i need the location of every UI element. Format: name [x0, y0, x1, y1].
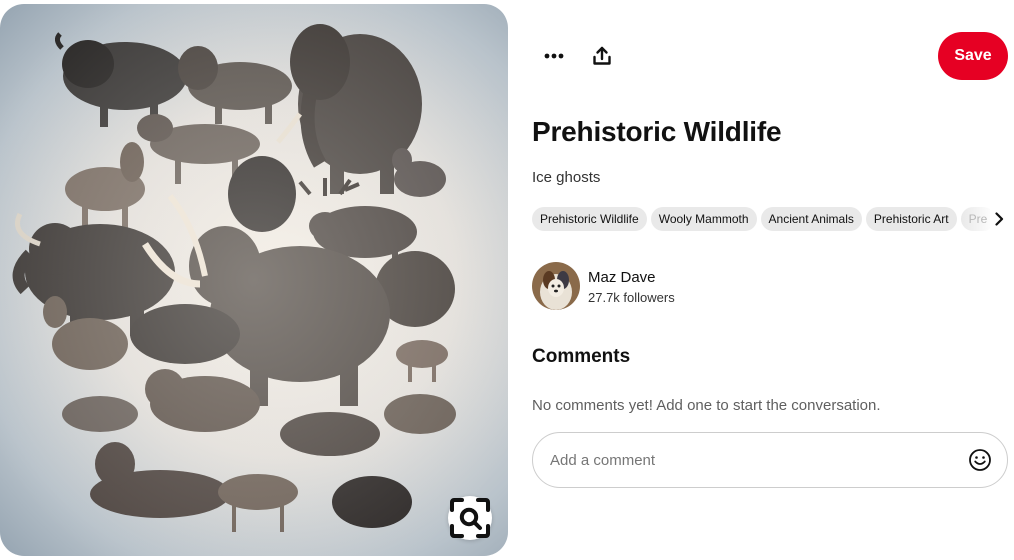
creator-followers: 27.7k followers: [588, 290, 675, 305]
tag-chip[interactable]: Prehistoric Art: [865, 207, 957, 231]
pin-title: Prehistoric Wildlife: [532, 116, 782, 147]
avatar[interactable]: [532, 262, 580, 310]
tag-chip[interactable]: Ancient Animals: [760, 207, 862, 231]
share-upload-icon: [593, 46, 611, 65]
comment-composer: [532, 432, 1008, 488]
lens-search-icon: [450, 498, 490, 538]
pin-toolbar: Save: [532, 32, 1008, 80]
more-options-button[interactable]: [530, 32, 578, 80]
pin-detail-panel: Save Prehistoric Wildlife Ice ghosts Pre…: [532, 0, 1008, 560]
tag-chip[interactable]: Prehistoric Wildlife: [532, 207, 647, 231]
no-comments-message: No comments yet! Add one to start the co…: [532, 397, 881, 414]
tags-scroll-next-button[interactable]: [990, 207, 1008, 231]
prehistoric-animals-illustration: [0, 4, 508, 556]
smiley-icon: [969, 449, 991, 471]
creator-avatar-image: [532, 262, 580, 310]
creator-name[interactable]: Maz Dave: [588, 269, 656, 286]
emoji-picker-button[interactable]: [967, 447, 993, 473]
save-button[interactable]: Save: [938, 32, 1008, 80]
comment-input[interactable]: [550, 433, 950, 487]
comments-heading: Comments: [532, 346, 631, 367]
share-button[interactable]: [578, 32, 626, 80]
pin-description: Ice ghosts: [532, 169, 601, 186]
chevron-right-icon: [995, 212, 1004, 226]
visual-search-button[interactable]: [448, 496, 492, 540]
tag-list: Prehistoric Wildlife Wooly Mammoth Ancie…: [532, 207, 1002, 231]
creator-profile[interactable]: Maz Dave 27.7k followers: [532, 262, 832, 310]
pin-image[interactable]: [0, 4, 508, 556]
tag-chip[interactable]: Wooly Mammoth: [650, 207, 757, 231]
ellipsis-icon: [544, 53, 564, 59]
